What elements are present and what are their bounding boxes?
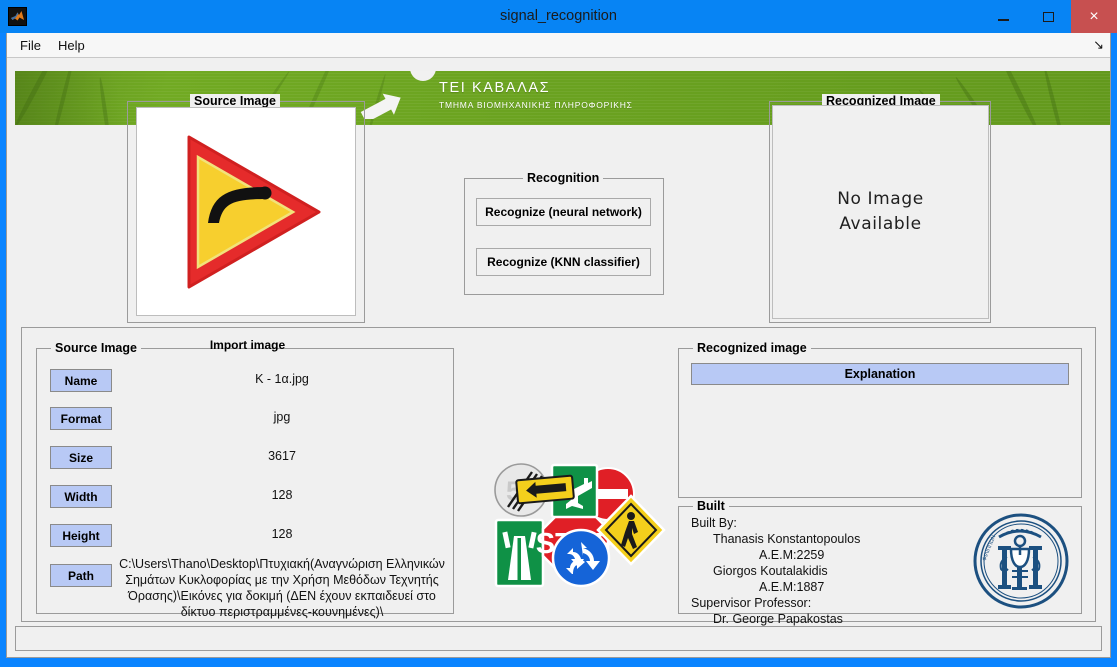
close-button[interactable]: × [1071,0,1117,33]
window-body: File Help ↘ ΤΕΙ ΚΑΒΑΛΑΣ ΤΜΗΜΑ ΒΙΟΜΗΧΑΝΙΚ… [6,33,1111,658]
banner-leaf-vein [1042,71,1066,125]
source-image-panel-title: Source Image [190,94,280,108]
built-panel-title: Built [693,499,729,513]
source-name-value: K - 1α.jpg [255,372,309,386]
rotated-warning-triangle-sign [187,135,321,288]
source-path-value: C:\Users\Thano\Desktop\Πτυχιακή(Αναγνώρι… [119,557,445,619]
recognized-image-details-title: Recognized image [693,341,811,355]
window-title: signal_recognition [500,8,617,24]
built-credits: Built By: Thanasis Konstantopoulos A.E.M… [691,515,860,627]
svg-text:ΦΙΛΙΠΠΩΝ: ΦΙΛΙΠΠΩΝ [982,535,998,562]
source-size-value: 3617 [268,449,296,463]
status-bar [15,626,1102,651]
menu-file[interactable]: File [13,33,48,58]
built-line: Built By: [691,516,737,530]
no-image-line-1: No Image [837,189,924,209]
roundabout-sign [551,528,611,588]
recognized-image-panel: Recognized Image No Image Available [769,94,991,323]
undock-arrow-icon[interactable]: ↘ [1093,37,1104,53]
built-line: Supervisor Professor: [691,596,812,610]
banner-leaf-vein [15,71,59,125]
source-width-value: 128 [271,488,293,502]
source-image-display[interactable] [136,107,356,316]
source-name-button[interactable]: Name [50,369,112,392]
recognize-knn-classifier-button[interactable]: Recognize (KNN classifier) [476,248,651,276]
traffic-signs-collage: 50 STOP [494,463,666,588]
import-image-button-label: Import image [209,338,286,352]
close-icon: × [1089,7,1099,25]
recognize-neural-network-button[interactable]: Recognize (neural network) [476,198,651,226]
minimize-icon [998,19,1009,21]
source-image-panel: Source Image [127,94,365,323]
banner-title: ΤΕΙ ΚΑΒΑΛΑΣ [439,80,551,96]
built-line: Giorgos Koutalakidis [713,564,828,578]
recognition-panel-title: Recognition [523,171,604,185]
menu-help[interactable]: Help [51,33,92,58]
built-line: Thanasis Konstantopoulos [713,532,861,546]
window-controls: × [981,0,1117,33]
maximize-icon [1043,11,1054,22]
recognition-panel: Recognition Recognize (neural network) R… [464,171,664,295]
no-image-placeholder: No Image Available [837,187,924,237]
white-arrow-icon [360,93,401,119]
source-format-value: jpg [273,410,291,424]
built-line: Dr. George Papakostas [713,612,843,626]
menu-bar: File Help ↘ [7,33,1110,58]
tei-kavalas-seal: ΦΙΛΙΠΠΩΝ [973,513,1069,609]
banner-circle-decor [410,71,436,81]
maximize-button[interactable] [1026,0,1071,33]
minimize-button[interactable] [981,0,1026,33]
recognized-image-display[interactable]: No Image Available [772,105,989,319]
banner-leaf-vein [50,71,76,125]
banner-text-block: ΤΕΙ ΚΑΒΑΛΑΣ ΤΜΗΜΑ ΒΙΟΜΗΧΑΝΙΚΗΣ ΠΛΗΡΟΦΟΡΙ… [439,80,633,111]
yellow-left-arrow-sign [515,474,575,505]
banner-subtitle: ΤΜΗΜΑ ΒΙΟΜΗΧΑΝΙΚΗΣ ΠΛΗΡΟΦΟΡΙΚΗΣ [439,100,633,110]
source-height-value: 128 [271,527,293,541]
banner-leaf-vein [98,77,112,125]
source-details-panel: Source Image Name K - 1α.jpg Format jpg … [36,341,454,619]
no-image-line-2: Available [839,214,922,234]
source-details-panel-title: Source Image [51,341,141,355]
application-window: signal_recognition × File Help ↘ ΤΕΙ ΚΑΒ… [0,0,1117,667]
built-line: A.E.M:1887 [759,580,825,594]
source-format-button[interactable]: Format [50,407,112,430]
source-size-button[interactable]: Size [50,446,112,469]
explanation-button[interactable]: Explanation [691,363,1069,385]
source-path-button[interactable]: Path [50,564,112,587]
banner-leaf-vein [997,71,1042,125]
title-bar: signal_recognition × [0,0,1117,33]
details-container-panel: Source Image Name K - 1α.jpg Format jpg … [21,327,1096,626]
built-panel: Built Built By: Thanasis Konstantopoulos… [678,499,1082,626]
recognized-image-details-panel: Recognized image Explanation [678,341,1082,498]
source-height-button[interactable]: Height [50,524,112,547]
source-width-button[interactable]: Width [50,485,112,508]
built-line: A.E.M:2259 [759,548,825,562]
